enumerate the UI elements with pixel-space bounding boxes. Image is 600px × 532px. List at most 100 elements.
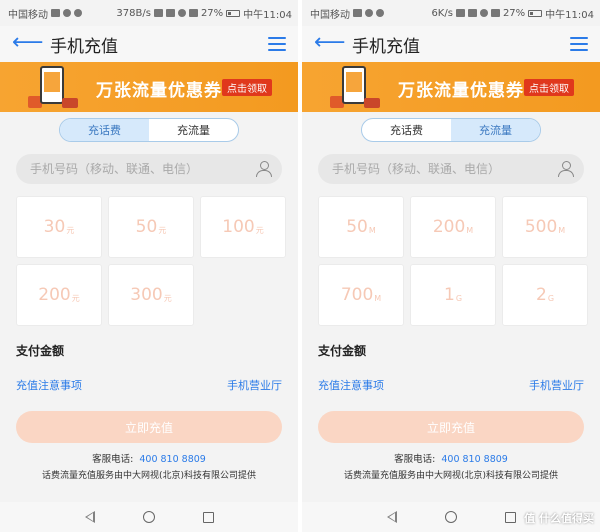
app-icon (376, 9, 384, 17)
recharge-form: 充话费 充流量 50M 200M 500M 700M 1G 2G 支付金额 充值… (302, 118, 600, 481)
customer-service: 客服电话: 400 810 8809 (314, 451, 588, 465)
carrier-label: 中国移动 (8, 9, 48, 21)
menu-icon[interactable] (570, 37, 588, 51)
promo-banner[interactable]: 万张流量优惠券 点击领取 (0, 62, 298, 112)
stage: 中国移动 378B/s 27% 中午11:04 ⟵ 手机充值 万张流量优惠券 点… (0, 0, 600, 532)
signal-icon (188, 9, 198, 17)
mobile-store-link[interactable]: 手机营业厅 (227, 377, 282, 393)
amount-option[interactable]: 30 元 (16, 196, 102, 258)
nav-recent-apps-icon[interactable] (202, 511, 214, 523)
phone-number-input[interactable] (30, 162, 256, 176)
provider-notice: 话费流量充值服务由中大网视(北京)科技有限公司提供 (41, 471, 257, 481)
nav-home-icon[interactable] (444, 511, 457, 523)
recharge-type-tabs: 充话费 充流量 (59, 118, 239, 142)
vibrate-icon (455, 9, 465, 17)
phone-number-field[interactable] (318, 154, 584, 184)
phone-number-field[interactable] (16, 154, 282, 184)
banner-headline: 万张流量优惠券 (398, 81, 524, 101)
menu-icon[interactable] (268, 37, 286, 51)
recharge-now-button[interactable]: 立即充值 (318, 411, 584, 443)
page-title: 手机充值 (50, 36, 118, 57)
carrier-label: 中国移动 (310, 9, 350, 21)
message-icon (353, 9, 362, 17)
amount-grid: 30 元 50 元 100 元 200 元 300 元 (16, 196, 286, 326)
contact-icon[interactable] (558, 161, 574, 177)
claim-coupon-button[interactable]: 点击领取 (222, 79, 272, 96)
status-bar: 中国移动 6K/s 27% 中午11:04 (302, 0, 600, 26)
screen-data-plan: 中国移动 6K/s 27% 中午11:04 ⟵ 手机充值 万张流量优惠券 点击领… (302, 0, 600, 532)
chat-icon (63, 9, 71, 17)
wifi-icon (177, 9, 186, 17)
amount-option[interactable]: 1G (410, 264, 496, 326)
nav-back-icon[interactable] (84, 511, 95, 523)
amount-option[interactable]: 300 元 (108, 264, 194, 326)
app-header: ⟵ 手机充值 (0, 26, 298, 62)
tab-phone-credit[interactable]: 充话费 (60, 119, 149, 141)
status-bar: 中国移动 378B/s 27% 中午11:04 (0, 0, 298, 26)
service-label: 客服电话: (394, 454, 436, 465)
recharge-type-tabs: 充话费 充流量 (361, 118, 541, 142)
wifi-icon (479, 9, 488, 17)
app-icon (74, 9, 82, 17)
recharge-notes-link[interactable]: 充值注意事项 (16, 377, 82, 393)
banner-illustration (28, 66, 80, 110)
signal-icon (490, 9, 500, 17)
service-phone-link[interactable]: 400 810 8809 (139, 454, 205, 465)
nav-home-icon[interactable] (142, 511, 155, 523)
claim-coupon-button[interactable]: 点击领取 (524, 79, 574, 96)
amount-option[interactable]: 100 元 (200, 196, 286, 258)
amount-option[interactable]: 200 元 (16, 264, 102, 326)
vibrate-icon (153, 9, 163, 17)
back-arrow-icon[interactable]: ⟵ (314, 32, 346, 54)
page-title: 手机充值 (352, 36, 420, 57)
payment-amount-label: 支付金额 (16, 344, 65, 358)
clock: 中午11:04 (243, 9, 292, 21)
watermark: 值 什么值得买 (524, 512, 594, 525)
amount-option[interactable]: 500 M (502, 196, 588, 258)
battery-icon (226, 9, 241, 17)
amount-option[interactable]: 2G (502, 264, 588, 326)
hd-icon (165, 9, 175, 17)
banner-illustration (330, 66, 382, 110)
amount-option[interactable]: 50 元 (108, 196, 194, 258)
mobile-store-link[interactable]: 手机营业厅 (529, 377, 584, 393)
tab-phone-credit[interactable]: 充话费 (362, 119, 451, 141)
app-header: ⟵ 手机充值 (302, 26, 600, 62)
chat-icon (365, 9, 373, 17)
system-nav-bar (0, 502, 298, 532)
tab-data-plan[interactable]: 充流量 (149, 119, 238, 141)
amount-grid: 50 M 200 M 500 M 700 M 1G 2G (318, 196, 588, 326)
footer-links: 充值注意事项 手机营业厅 (318, 377, 584, 393)
amount-option[interactable]: 50 M (318, 196, 404, 258)
gift-box-icon (364, 98, 380, 108)
nav-recent-apps-icon[interactable] (504, 511, 516, 523)
gift-box-icon (62, 98, 78, 108)
phone-graphic-icon (342, 66, 366, 104)
recharge-now-button[interactable]: 立即充值 (16, 411, 282, 443)
customer-service: 客服电话: 400 810 8809 (12, 451, 286, 465)
network-speed: 378B/s (116, 7, 151, 19)
promo-banner[interactable]: 万张流量优惠券 点击领取 (302, 62, 600, 112)
hd-icon (467, 9, 477, 17)
battery-icon (528, 9, 543, 17)
tab-data-plan[interactable]: 充流量 (451, 119, 540, 141)
clock: 中午11:04 (545, 9, 594, 21)
battery-percent: 27% (200, 7, 224, 19)
amount-option[interactable]: 700 M (318, 264, 404, 326)
recharge-notes-link[interactable]: 充值注意事项 (318, 377, 384, 393)
phone-graphic-icon (40, 66, 64, 104)
service-label: 客服电话: (92, 454, 134, 465)
amount-option[interactable]: 200 M (410, 196, 496, 258)
banner-headline: 万张流量优惠券 (96, 81, 222, 101)
footer-links: 充值注意事项 手机营业厅 (16, 377, 282, 393)
battery-percent: 27% (502, 7, 526, 19)
network-speed: 6K/s (431, 7, 453, 19)
recharge-form: 充话费 充流量 30元 50元 100元 200元 300元 支付金额 充值注意… (0, 118, 298, 481)
phone-number-input[interactable] (332, 162, 558, 176)
service-phone-link[interactable]: 400 810 8809 (441, 454, 507, 465)
nav-back-icon[interactable] (386, 511, 397, 523)
payment-amount-label: 支付金额 (318, 344, 367, 358)
back-arrow-icon[interactable]: ⟵ (12, 32, 44, 54)
screen-phone-credit: 中国移动 378B/s 27% 中午11:04 ⟵ 手机充值 万张流量优惠券 点… (0, 0, 298, 532)
contact-icon[interactable] (256, 161, 272, 177)
